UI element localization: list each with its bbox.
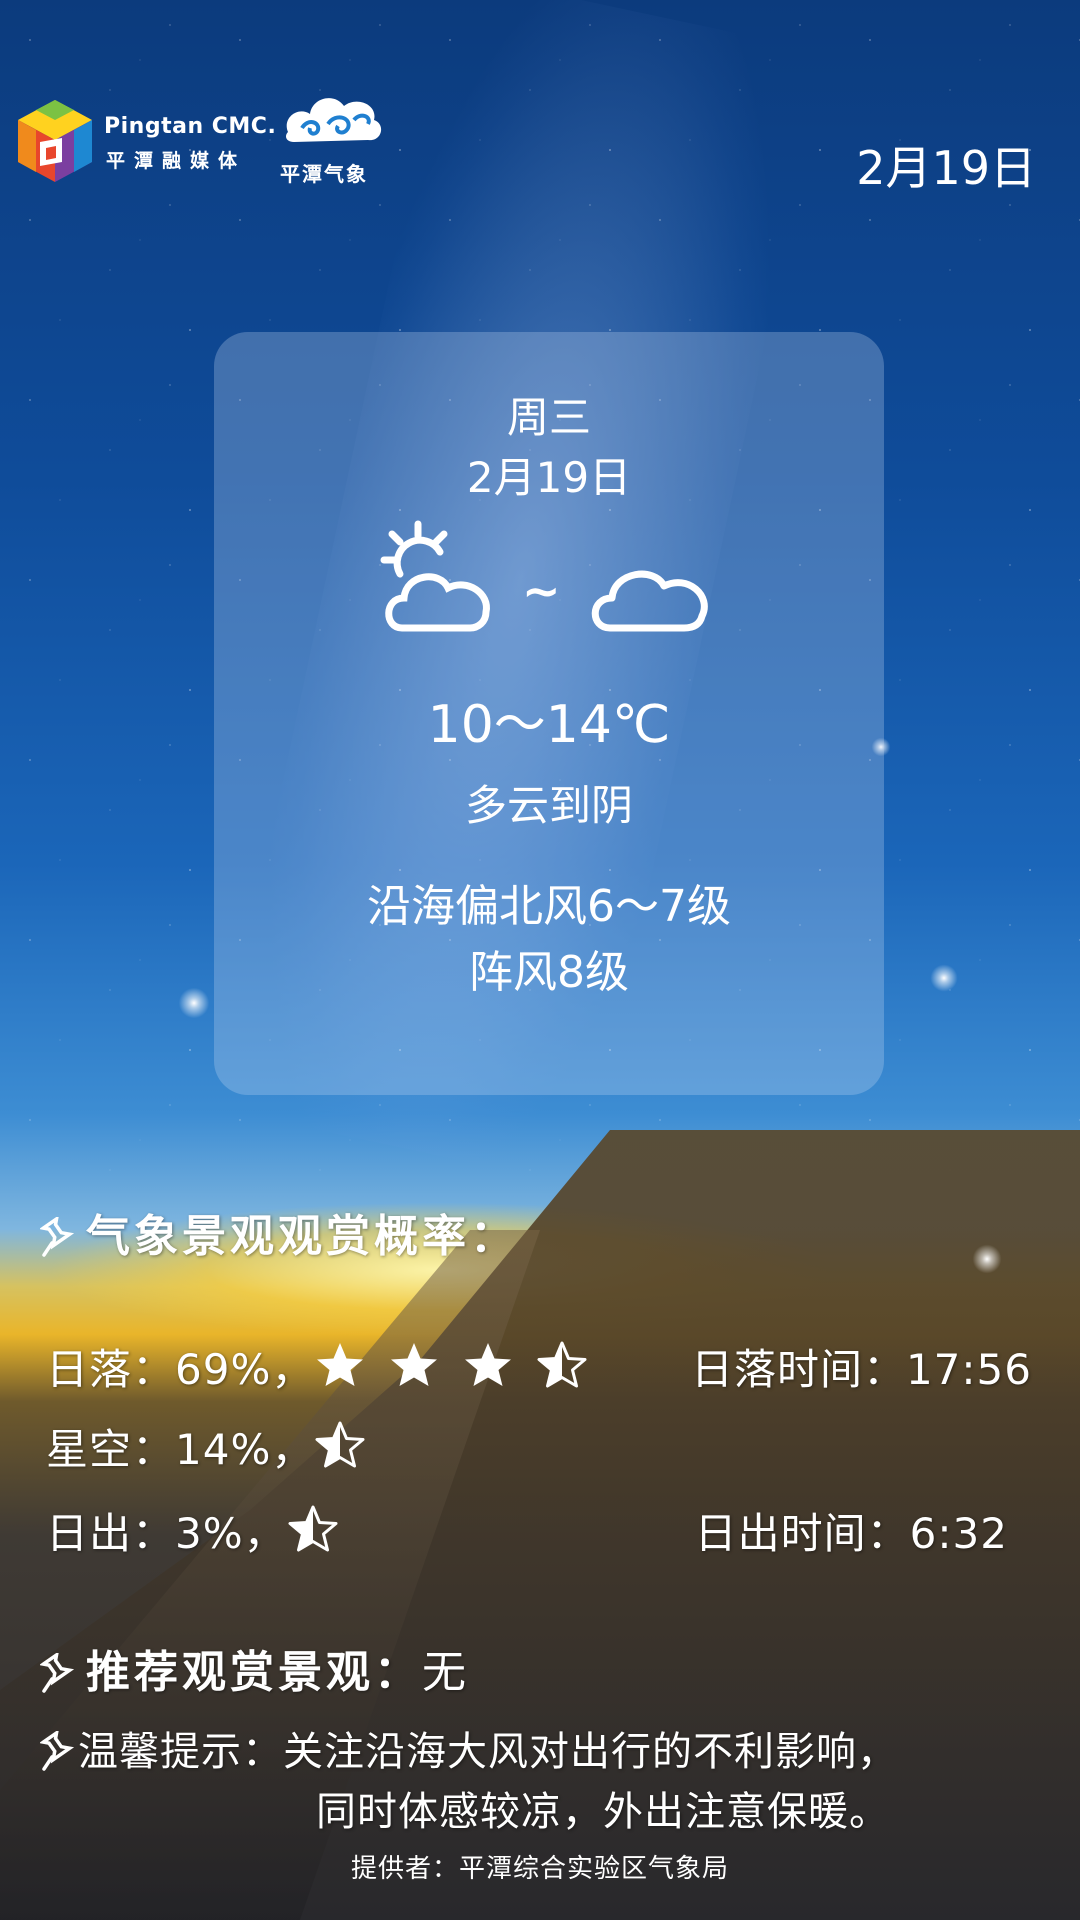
star-flare	[970, 1242, 1004, 1276]
weather-condition: 多云到阴	[464, 781, 633, 830]
temperature-range: 10～14℃	[427, 695, 671, 755]
pingtan-cmc-logo-icon	[18, 100, 92, 182]
recommendation-value: 无	[422, 1647, 466, 1698]
tip-line-2: 同时体感较凉，外出注意保暖。	[316, 1789, 890, 1835]
sunrise-probability: 日出：3%，	[46, 1509, 287, 1558]
starry-sky-probability: 星空：14%，	[46, 1425, 315, 1474]
tip-line-1: 关注沿海大风对出行的不利影响，	[283, 1729, 898, 1775]
half-star-icon	[537, 1341, 587, 1388]
starry-sky-rating	[314, 1420, 388, 1480]
tip-row: 温馨提示：关注沿海大风对出行的不利影响，	[40, 1725, 898, 1779]
media-brand-cn: 平潭融媒体	[106, 150, 247, 172]
forecast-tilde: ~	[522, 564, 561, 618]
forecast-date: 2月19日	[466, 453, 632, 502]
sunrise-time: 日出时间：6:32	[694, 1509, 1008, 1558]
sunset-rating	[314, 1340, 610, 1400]
starry-sky-probability-row: 星空：14%，	[46, 1416, 388, 1480]
weekday-label: 周三	[506, 393, 591, 442]
tip-label: 温馨提示：	[78, 1729, 283, 1775]
header-date: 2月19日	[856, 141, 1036, 195]
landscape-section-title: 气象景观观赏概率：	[40, 1200, 518, 1264]
half-star-icon	[315, 1421, 365, 1468]
partly-cloudy-icon	[380, 520, 490, 632]
sunrise-probability-row: 日出：3%，	[46, 1500, 361, 1564]
pushpin-icon	[40, 1217, 75, 1257]
provider-credit: 提供者：平潭综合实验区气象局	[350, 1854, 729, 1884]
sunset-time: 日落时间：17:56	[690, 1345, 1032, 1394]
sunset-probability-row: 日落：69%，	[46, 1336, 610, 1400]
wind-info: 沿海偏北风6～7级	[367, 881, 731, 932]
star-flare	[176, 985, 212, 1021]
half-star-icon	[288, 1505, 338, 1552]
recommendation-row: 推荐观赏景观：无	[40, 1636, 466, 1700]
pushpin-icon	[40, 1731, 75, 1771]
media-brand-en: Pingtan CMC.	[104, 114, 277, 139]
star-icon	[465, 1343, 512, 1386]
sunset-probability: 日落：69%，	[46, 1345, 315, 1394]
weather-brand-label: 平潭气象	[280, 162, 368, 186]
star-icon	[391, 1343, 438, 1386]
cloudy-icon	[591, 570, 708, 632]
pingtan-weather-logo-icon	[286, 98, 382, 142]
gust-info: 阵风8级	[469, 947, 629, 998]
sunrise-rating	[287, 1504, 361, 1564]
forecast-card: 周三 2月19日 ~ 10～14℃ 多云到阴 沿海偏北风6～7级 阵风8级	[214, 332, 884, 1095]
star-icon	[317, 1343, 364, 1386]
weather-icons: ~	[374, 516, 724, 656]
recommendation-label: 推荐观赏景观：	[86, 1647, 422, 1698]
landscape-title-text: 气象景观观赏概率：	[86, 1211, 518, 1262]
star-flare	[928, 962, 960, 994]
pushpin-icon	[40, 1653, 75, 1693]
